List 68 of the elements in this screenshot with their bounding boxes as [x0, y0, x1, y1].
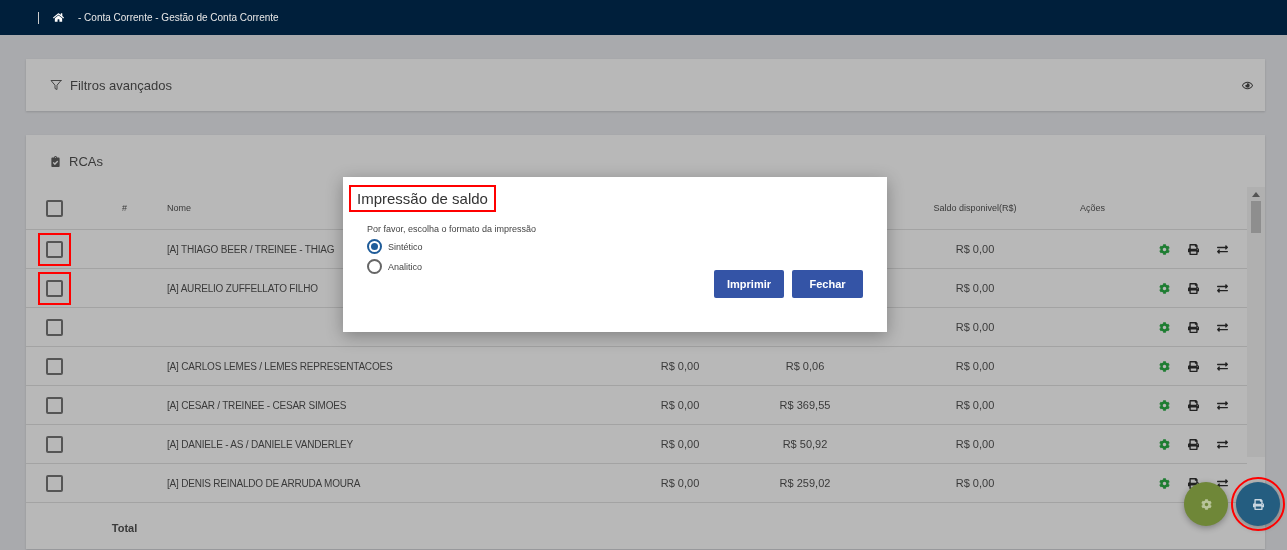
panel-title: RCAs — [69, 153, 104, 169]
dialog-title: Impressão de saldo — [349, 185, 496, 212]
row-checkbox[interactable] — [45, 357, 63, 375]
table-cell-text: R$ 50,92 — [781, 438, 829, 450]
swap-arrows-icon[interactable] — [1217, 321, 1228, 333]
table-cell-text: R$ 0,00 — [954, 360, 996, 372]
printer-icon[interactable] — [1188, 438, 1199, 450]
gear-icon[interactable] — [1159, 399, 1170, 411]
filter-icon — [50, 79, 62, 91]
table-cell-text: R$ 0,00 — [659, 399, 701, 411]
gear-icon[interactable] — [1159, 477, 1170, 489]
dialog-button[interactable]: Fechar — [792, 270, 863, 298]
table-cell-text: R$ 0,00 — [954, 321, 996, 333]
gear-icon[interactable] — [1159, 360, 1170, 372]
table-cell: [A] AURELIO ZUFFELLATO FILHO — [167, 282, 318, 294]
dialog-prompt: Por favor, escolha o formato da impressão — [367, 224, 538, 234]
swap-arrows-icon[interactable] — [1217, 243, 1228, 255]
table-cell-text: R$ 0,00 — [954, 243, 996, 255]
swap-arrows-icon[interactable] — [1217, 360, 1228, 372]
row-checkbox[interactable] — [45, 396, 63, 414]
swap-arrows-icon[interactable] — [1217, 282, 1228, 294]
row-checkbox[interactable] — [45, 240, 63, 258]
table-cell-text: R$ 0,00 — [659, 438, 701, 450]
printer-icon[interactable] — [1188, 321, 1199, 333]
printer-icon[interactable] — [1188, 399, 1199, 411]
row-checkbox[interactable] — [45, 318, 63, 336]
printer-icon[interactable] — [1188, 360, 1199, 372]
table-cell: [A] DANIELE - AS / DANIELE VANDERLEY — [167, 438, 353, 450]
gear-icon[interactable] — [1159, 243, 1170, 255]
clipboard-icon — [50, 155, 61, 167]
swap-arrows-icon[interactable] — [1217, 438, 1228, 450]
dialog-button[interactable]: Imprimir — [714, 270, 784, 298]
printer-icon — [1252, 498, 1264, 510]
table-cell-text: R$ 0,00 — [659, 360, 701, 372]
printer-icon[interactable] — [1188, 282, 1199, 294]
table-cell-text: R$ 369,55 — [778, 399, 832, 411]
table-cell: [A] DENIS REINALDO DE ARRUDA MOURA — [167, 477, 361, 489]
gear-icon[interactable] — [1159, 438, 1170, 450]
row-checkbox[interactable] — [45, 474, 63, 492]
radio-option[interactable]: Sintético — [367, 239, 863, 254]
column-header: Ações — [1080, 203, 1106, 213]
eye-icon[interactable] — [1242, 79, 1253, 91]
table-cell-text: R$ 0,00 — [954, 438, 996, 450]
panel-title: Filtros avançados — [70, 77, 173, 93]
home-icon[interactable] — [53, 12, 64, 23]
total-label: Total — [110, 522, 139, 534]
swap-arrows-icon[interactable] — [1217, 399, 1228, 411]
table-cell-text: R$ 0,00 — [659, 477, 701, 489]
swap-arrows-icon[interactable] — [1217, 477, 1228, 489]
row-checkbox[interactable] — [45, 279, 63, 297]
table-cell-text: R$ 0,00 — [954, 282, 996, 294]
gear-icon — [1200, 498, 1212, 510]
table-cell-text: R$ 0,06 — [784, 360, 826, 372]
row-checkbox[interactable] — [45, 435, 63, 453]
table-cell-text: R$ 259,02 — [778, 477, 832, 489]
column-header: # — [121, 203, 128, 213]
table-cell-text: R$ 0,00 — [954, 399, 996, 411]
gear-icon[interactable] — [1159, 282, 1170, 294]
breadcrumb: - Conta Corrente - Gestão de Conta Corrente — [78, 12, 279, 23]
table-cell: [A] CESAR / TREINEE - CESAR SIMOES — [167, 399, 347, 411]
gear-icon[interactable] — [1159, 321, 1170, 333]
select-all-checkbox[interactable] — [45, 199, 63, 217]
printer-icon[interactable] — [1188, 243, 1199, 255]
column-header: Saldo disponivel(R$) — [932, 203, 1018, 213]
table-cell: [A] CARLOS LEMES / LEMES REPRESENTACOES — [167, 360, 393, 372]
column-header: Nome — [167, 203, 192, 213]
table-cell-text: R$ 0,00 — [954, 477, 996, 489]
table-cell: [A] THIAGO BEER / TREINEE - THIAG — [167, 243, 335, 255]
